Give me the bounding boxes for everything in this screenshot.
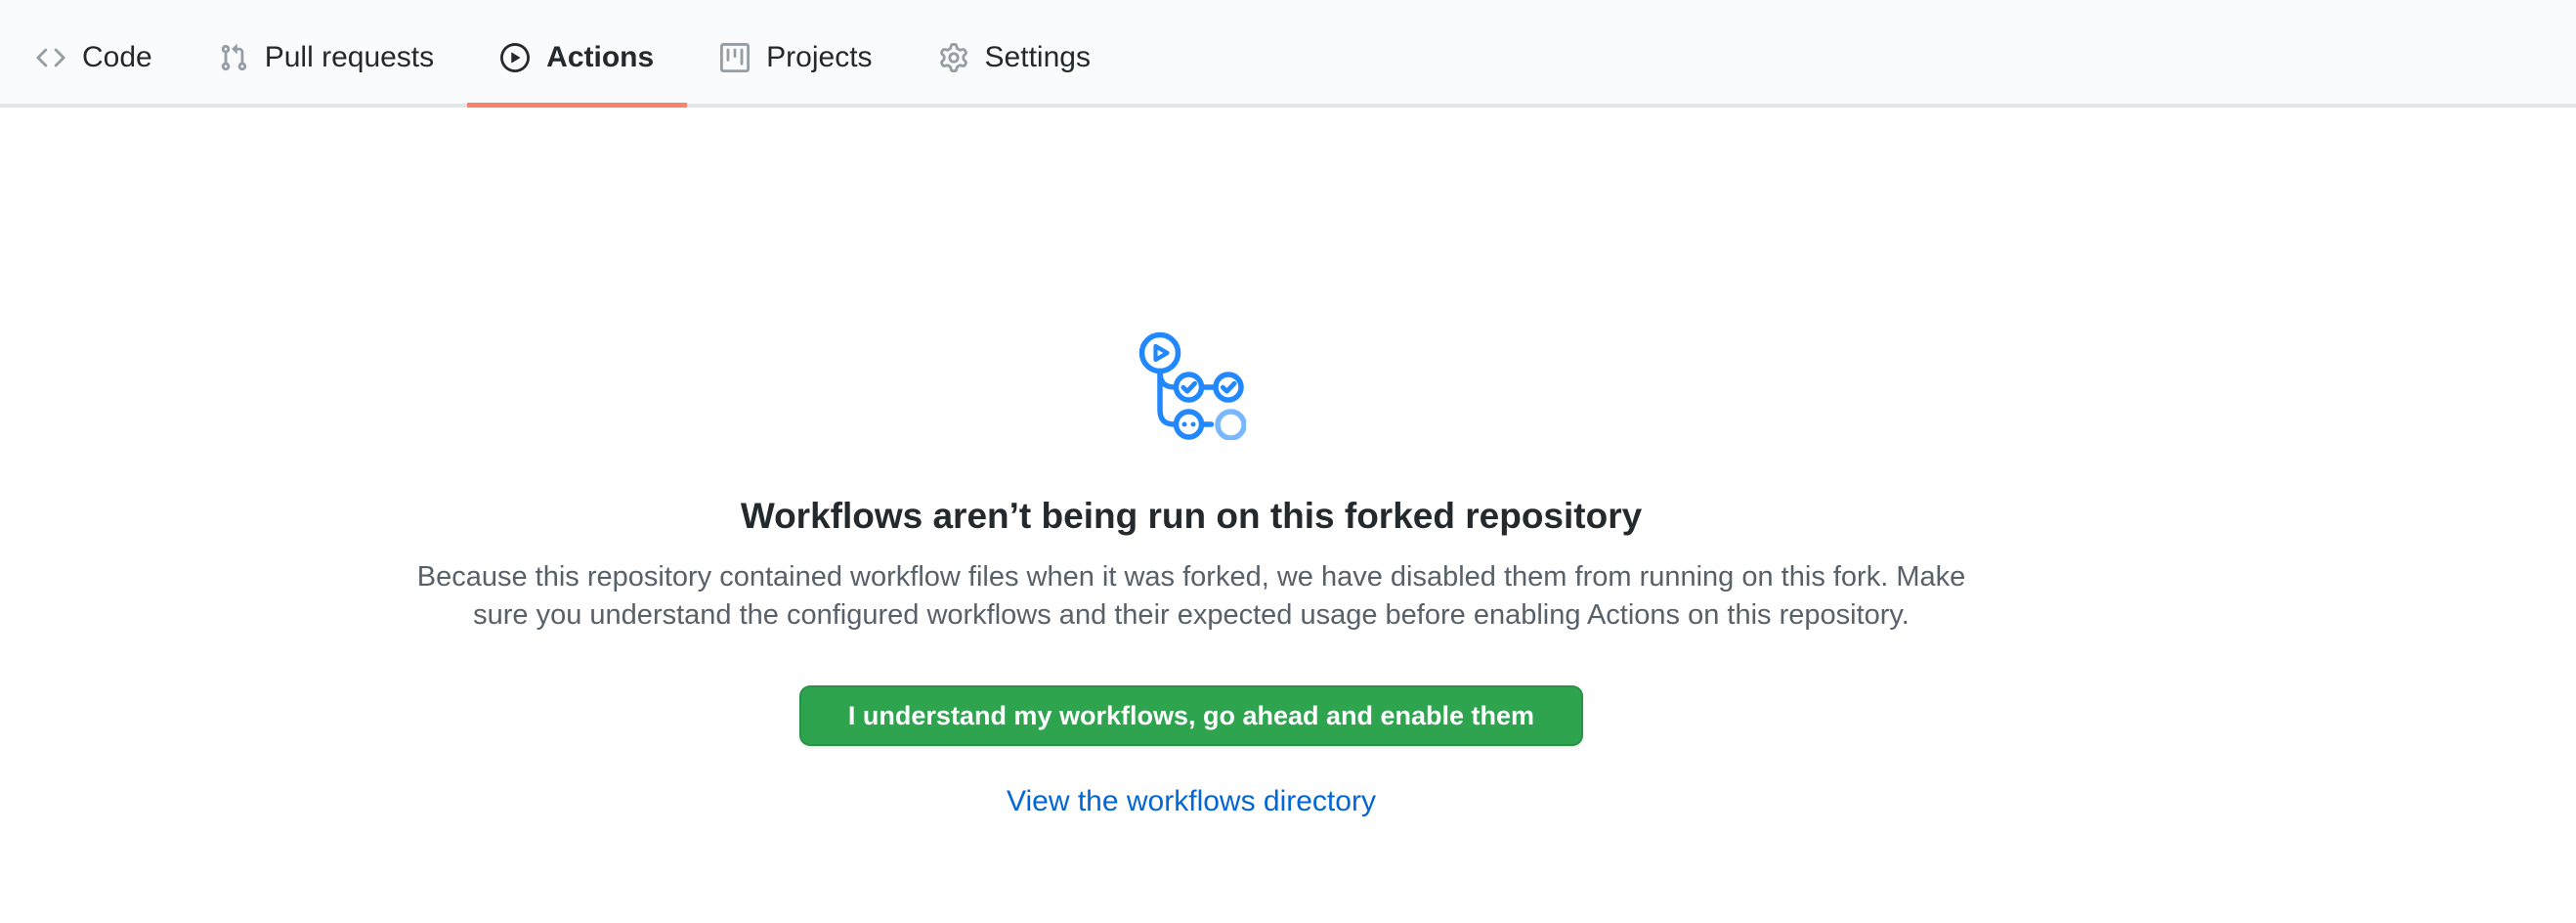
- enable-workflows-button[interactable]: I understand my workflows, go ahead and …: [799, 685, 1583, 746]
- empty-state-description-line2: sure you understand the configured workf…: [0, 596, 2383, 635]
- tab-settings-label: Settings: [985, 43, 1091, 72]
- empty-state-title: Workflows aren’t being run on this forke…: [0, 494, 2383, 539]
- empty-state-description: Because this repository contained workfl…: [0, 558, 2383, 635]
- actions-disabled-blankslate: Workflows aren’t being run on this forke…: [0, 108, 2383, 826]
- empty-state-description-line1: Because this repository contained workfl…: [0, 558, 2383, 596]
- tab-projects-label: Projects: [766, 43, 872, 72]
- code-icon: [36, 43, 65, 72]
- git-pull-request-icon: [219, 43, 248, 72]
- gear-icon: [939, 43, 968, 72]
- tab-code-label: Code: [82, 43, 152, 72]
- workflow-illustration-icon: [1138, 331, 1246, 440]
- tab-actions-label: Actions: [546, 43, 654, 72]
- tab-code[interactable]: Code: [3, 0, 186, 104]
- play-circle-icon: [500, 43, 530, 72]
- project-icon: [720, 43, 750, 72]
- enable-button-row: I understand my workflows, go ahead and …: [0, 635, 2383, 746]
- tab-actions[interactable]: Actions: [467, 0, 687, 104]
- tab-projects[interactable]: Projects: [687, 0, 905, 104]
- repo-tab-nav: Code Pull requests Actions Projects Sett…: [0, 0, 2576, 108]
- tab-pull-requests[interactable]: Pull requests: [186, 0, 467, 104]
- view-workflows-directory-link[interactable]: View the workflows directory: [1007, 785, 1376, 817]
- workflows-link-row: View the workflows directory: [0, 782, 2383, 826]
- tab-settings[interactable]: Settings: [906, 0, 1124, 104]
- tab-pull-requests-label: Pull requests: [265, 43, 434, 72]
